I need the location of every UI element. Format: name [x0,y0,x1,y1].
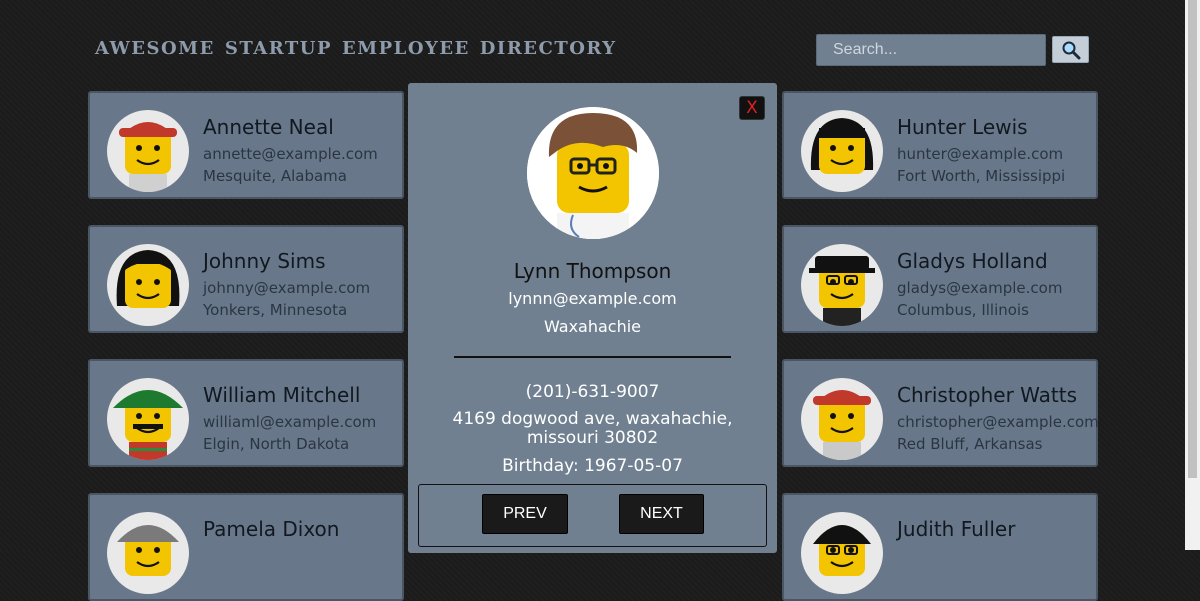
employee-email: annette@example.com [203,145,378,163]
employee-name: Gladys Holland [897,249,1048,273]
title-word: EMPLOYEE [341,38,470,59]
employee-email: gladys@example.com [897,279,1063,297]
close-button[interactable]: X [739,96,765,120]
avatar [107,512,189,594]
modal-nav-container: PREV NEXT [418,484,767,547]
divider [454,356,731,358]
employee-location: Yonkers, Minnesota [203,301,348,319]
employee-email: johnny@example.com [203,279,371,297]
employee-location: Fort Worth, Mississippi [897,167,1066,185]
scrollbar-thumb[interactable] [1188,0,1197,478]
employee-card[interactable]: Annette Neal annette@example.com Mesquit… [88,91,404,199]
employee-detail-modal: X Lynn Thompson lynnn@example.com Waxaha… [408,83,777,553]
search-icon [1062,41,1080,59]
employee-name: Pamela Dixon [203,517,340,541]
search-button[interactable] [1052,36,1089,63]
employee-email: williaml@example.com [203,413,377,431]
employee-name: William Mitchell [203,383,361,407]
employee-email: christopher@example.com [897,413,1099,431]
avatar [107,378,189,460]
employee-email: hunter@example.com [897,145,1064,163]
avatar [801,512,883,594]
employee-name: Annette Neal [203,115,334,139]
modal-employee-name: Lynn Thompson [513,259,672,283]
page-scrollbar[interactable] [1185,0,1200,550]
employee-name: Johnny Sims [203,249,326,273]
avatar [107,244,189,326]
app-title: AWESOME STARTUP EMPLOYEE DIRECTORY [95,38,627,59]
employee-location: Mesquite, Alabama [203,167,347,185]
employee-location: Red Bluff, Arkansas [897,435,1043,453]
avatar [801,110,883,192]
employee-location: Elgin, North Dakota [203,435,350,453]
modal-employee-birthday: Birthday: 1967-05-07 [502,456,683,476]
modal-employee-phone: (201)-631-9007 [525,382,660,402]
avatar [801,244,883,326]
title-word: AWESOME [95,38,215,59]
employee-name: Christopher Watts [897,383,1078,407]
prev-button[interactable]: PREV [482,494,568,534]
modal-employee-city: Waxahachie [543,317,642,336]
employee-card[interactable]: William Mitchell williaml@example.com El… [88,359,404,467]
next-button[interactable]: NEXT [619,494,704,534]
avatar [801,378,883,460]
employee-card[interactable]: Judith Fuller [782,493,1098,601]
employee-name: Hunter Lewis [897,115,1028,139]
employee-card[interactable]: Gladys Holland gladys@example.com Columb… [782,225,1098,333]
modal-avatar [527,107,659,239]
modal-employee-email: lynnn@example.com [508,289,677,308]
employee-card[interactable]: Johnny Sims johnny@example.com Yonkers, … [88,225,404,333]
employee-card[interactable]: Christopher Watts christopher@example.co… [782,359,1099,467]
employee-location: Columbus, Illinois [897,301,1029,319]
title-word: DIRECTORY [479,38,617,59]
employee-name: Judith Fuller [897,517,1016,541]
title-word: STARTUP [224,38,332,59]
avatar [107,110,189,192]
employee-card[interactable]: Hunter Lewis hunter@example.com Fort Wor… [782,91,1098,199]
employee-card[interactable]: Pamela Dixon [88,493,404,601]
modal-employee-address: 4169 dogwood ave, waxahachie, missouri 3… [452,409,733,448]
search-input[interactable] [816,34,1046,66]
